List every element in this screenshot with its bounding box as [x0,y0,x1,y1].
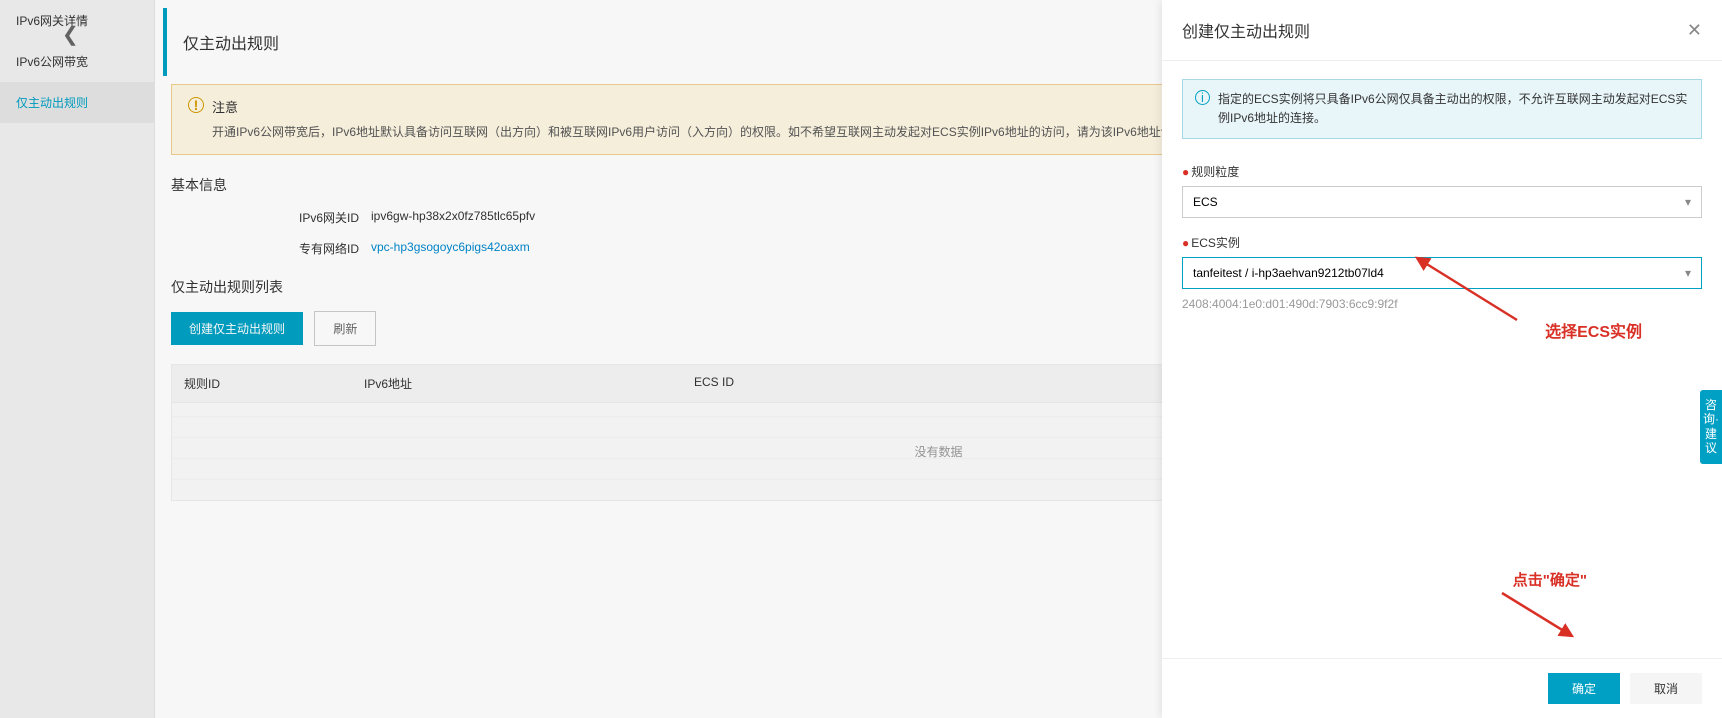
info-icon: i [1195,90,1210,105]
drawer-info-text: 指定的ECS实例将只具备IPv6公网仅具备主动出的权限，不允许互联网主动发起对E… [1218,90,1689,128]
ipv6-helper: 2408:4004:1e0:d01:490d:7903:6cc9:9f2f [1182,297,1702,311]
granularity-label: ●规则粒度 [1182,163,1702,180]
annotation-select-ecs: 选择ECS实例 [1545,318,1642,342]
create-rule-drawer: 创建仅主动出规则 ✕ i 指定的ECS实例将只具备IPv6公网仅具备主动出的权限… [1162,0,1722,718]
granularity-select[interactable]: ECS ▾ [1182,186,1702,218]
instance-label: ●ECS实例 [1182,234,1702,251]
warning-icon: ! [188,97,204,113]
drawer-title: 创建仅主动出规则 [1182,18,1310,42]
annotation-arrow-ok [1492,588,1582,643]
vpc-id-label: 专有网络ID [171,240,371,257]
sidebar-item-egress-rules[interactable]: 仅主动出规则 [0,82,154,123]
instance-label-text: ECS实例 [1191,236,1240,250]
close-icon[interactable]: ✕ [1687,20,1702,41]
refresh-button[interactable]: 刷新 [314,311,376,346]
col-rule-id: 规则ID [184,375,364,392]
sidebar-item-bandwidth[interactable]: IPv6公网带宽 [0,41,154,82]
feedback-tab[interactable]: 咨询·建议 [1700,390,1722,464]
gateway-id-label: IPv6网关ID [171,209,371,226]
vpc-id-link[interactable]: vpc-hp3gsogoyc6pigs42oaxm [371,240,530,257]
sidebar: ❮ IPv6网关详情 IPv6公网带宽 仅主动出规则 [0,0,155,718]
col-ipv6: IPv6地址 [364,375,694,392]
instance-value: tanfeitest / i-hp3aehvan9212tb07ld4 [1193,266,1384,280]
granularity-label-text: 规则粒度 [1191,165,1239,179]
instance-select[interactable]: tanfeitest / i-hp3aehvan9212tb07ld4 ▾ [1182,257,1702,289]
annotation-click-ok: 点击"确定" [1513,569,1587,590]
chevron-down-icon: ▾ [1685,266,1691,280]
drawer-info: i 指定的ECS实例将只具备IPv6公网仅具备主动出的权限，不允许互联网主动发起… [1182,79,1702,139]
chevron-down-icon: ▾ [1685,195,1691,209]
gateway-id-value: ipv6gw-hp38x2x0fz785tlc65pfv [371,209,535,226]
ok-button[interactable]: 确定 [1548,673,1620,704]
cancel-button[interactable]: 取消 [1630,673,1702,704]
create-rule-button[interactable]: 创建仅主动出规则 [171,312,303,345]
back-arrow[interactable]: ❮ [62,22,79,47]
granularity-value: ECS [1193,195,1218,209]
